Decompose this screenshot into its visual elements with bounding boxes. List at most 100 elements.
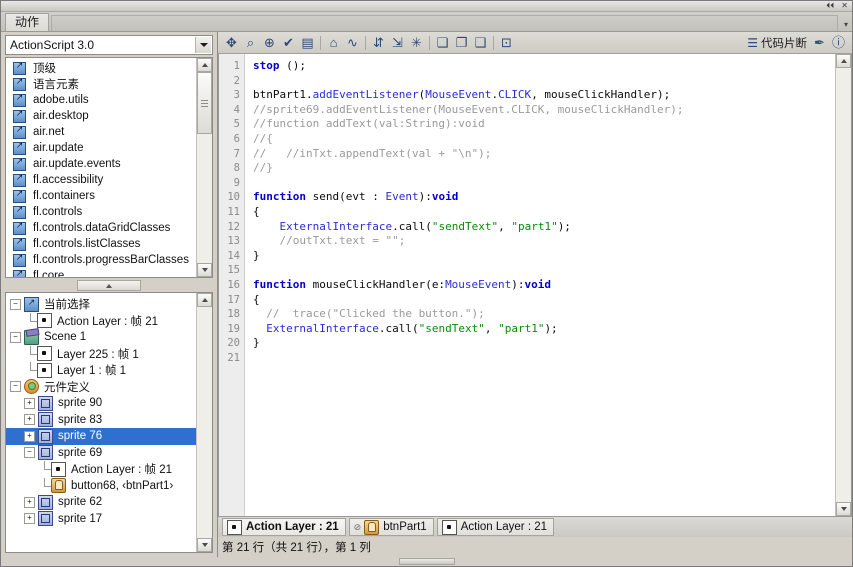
class-list[interactable]: 顶级语言元素 adobe.utils air.desktop air.net air.u…	[6, 58, 196, 277]
collapse-between-braces-icon[interactable]: ⇵	[369, 33, 388, 52]
tree-item[interactable]: + sprite 83	[6, 412, 196, 429]
expand-icon[interactable]: +	[24, 397, 35, 409]
language-select[interactable]: ActionScript 3.0	[5, 35, 213, 55]
collapse-icon[interactable]: −	[10, 331, 21, 343]
tree-scrollbar[interactable]	[196, 293, 212, 552]
code-line[interactable]: ExternalInterface.call("sendText", "part…	[253, 322, 835, 337]
class-list-item[interactable]: fl.controls	[6, 204, 196, 220]
code-line[interactable]: }	[253, 249, 835, 264]
expand-all-icon[interactable]: ✳	[407, 33, 426, 52]
expand-icon[interactable]: +	[24, 414, 35, 426]
find-replace-icon[interactable]: ⊕	[260, 33, 279, 52]
splitter-grip[interactable]	[77, 280, 141, 291]
code-scrollbar[interactable]	[835, 54, 851, 516]
help-icon[interactable]: ⓘ	[829, 33, 848, 52]
window-resize-grip[interactable]	[1, 557, 852, 566]
class-list-item[interactable]: air.update	[6, 140, 196, 156]
tree-item[interactable]: Action Layer : 帧 21	[6, 312, 196, 330]
code-line[interactable]	[253, 263, 835, 278]
class-list-item[interactable]: 语言元素	[6, 76, 196, 92]
code-snippets-button[interactable]: ☰ 代码片断	[744, 35, 810, 51]
class-list-item[interactable]: fl.core	[6, 268, 196, 277]
collapse-icon[interactable]: −	[10, 298, 21, 310]
apply-line-comment-icon[interactable]: ❐	[452, 33, 471, 52]
code-line[interactable]: //{	[253, 132, 835, 147]
tree-item[interactable]: Layer 225 : 帧 1	[6, 345, 196, 363]
tree-item[interactable]: button68, ‹btnPart1›	[6, 477, 196, 495]
scroll-down-button[interactable]	[197, 263, 212, 277]
auto-format-icon[interactable]: ▤	[298, 33, 317, 52]
add-script-icon[interactable]: ✥	[222, 33, 241, 52]
code-line[interactable]: //sprite69.addEventListener(MouseEvent.C…	[253, 103, 835, 118]
code-scroll-down-button[interactable]	[836, 502, 851, 516]
code-scroll-track[interactable]	[836, 68, 851, 502]
class-list-item[interactable]: adobe.utils	[6, 92, 196, 108]
tree-item[interactable]: − 元件定义	[6, 379, 196, 396]
tree-item[interactable]: Layer 1 : 帧 1	[6, 362, 196, 379]
class-list-scrollbar[interactable]	[196, 58, 212, 277]
class-list-item[interactable]: fl.accessibility	[6, 172, 196, 188]
code-line[interactable]: //outTxt.text = "";	[253, 234, 835, 249]
debug-options-icon[interactable]: ∿	[343, 33, 362, 52]
class-list-item[interactable]: fl.controls.dataGridClasses	[6, 220, 196, 236]
class-list-item[interactable]: 顶级	[6, 60, 196, 76]
tree-item[interactable]: + sprite 90	[6, 395, 196, 412]
find-icon[interactable]: ⌕	[241, 33, 260, 52]
code-line[interactable]	[253, 351, 835, 366]
tree-scroll-up-button[interactable]	[197, 293, 212, 307]
tree-item[interactable]: − sprite 69	[6, 445, 196, 462]
tab-actions[interactable]: 动作	[5, 13, 50, 31]
collapse-selection-icon[interactable]: ⇲	[388, 33, 407, 52]
tree-scroll-track[interactable]	[197, 307, 212, 538]
pane-splitter[interactable]	[5, 280, 213, 291]
code-line[interactable]: function mouseClickHandler(e:MouseEvent)…	[253, 278, 835, 293]
class-list-item[interactable]: fl.controls.listClasses	[6, 236, 196, 252]
collapse-icon[interactable]: −	[24, 447, 35, 459]
tree-scroll-down-button[interactable]	[197, 538, 212, 552]
code-line[interactable]: btnPart1.addEventListener(MouseEvent.CLI…	[253, 88, 835, 103]
remove-comment-icon[interactable]: ❑	[471, 33, 490, 52]
close-icon[interactable]: ✕	[841, 2, 848, 10]
tree-item[interactable]: − Scene 1	[6, 329, 196, 346]
script-tab[interactable]: Action Layer : 21	[436, 518, 555, 536]
expand-icon[interactable]: +	[24, 513, 35, 525]
code-text-area[interactable]: stop (); btnPart1.addEventListener(Mouse…	[245, 54, 835, 516]
tree-item[interactable]: + sprite 17	[6, 511, 196, 528]
script-tab[interactable]: ⊘ btnPart1	[348, 518, 434, 536]
class-list-item[interactable]: air.desktop	[6, 108, 196, 124]
collapse-icon[interactable]: −	[10, 381, 21, 393]
scroll-up-button[interactable]	[197, 58, 212, 72]
class-list-item[interactable]: air.update.events	[6, 156, 196, 172]
script-tab[interactable]: Action Layer : 21	[222, 518, 346, 536]
tree-item[interactable]: − 当前选择	[6, 296, 196, 313]
tree-item[interactable]: Action Layer : 帧 21	[6, 461, 196, 478]
code-line[interactable]: }	[253, 336, 835, 351]
code-line[interactable]: stop ();	[253, 59, 835, 74]
code-line[interactable]: //}	[253, 161, 835, 176]
code-scroll-up-button[interactable]	[836, 54, 851, 68]
tree-item[interactable]: + sprite 76	[6, 428, 196, 445]
script-tab-pin-icon[interactable]: ⊘	[354, 522, 362, 533]
expand-icon[interactable]: +	[24, 430, 35, 442]
code-line[interactable]	[253, 176, 835, 191]
chevron-down-icon[interactable]	[195, 37, 211, 53]
class-list-item[interactable]: fl.containers	[6, 188, 196, 204]
code-line[interactable]: // trace("Clicked the button.");	[253, 307, 835, 322]
code-line[interactable]: //function addText(val:String):void	[253, 117, 835, 132]
script-navigator-tree[interactable]: − 当前选择 Action Layer : 帧 21 − Scene 1 Layer 22…	[6, 293, 196, 552]
show-code-hint-icon[interactable]: ⌂	[324, 33, 343, 52]
class-list-item[interactable]: fl.controls.progressBarClasses	[6, 252, 196, 268]
pin-script-icon[interactable]: ✒	[810, 33, 829, 52]
code-line[interactable]: ExternalInterface.call("sendText", "part…	[253, 220, 835, 235]
panel-menu-icon[interactable]: ▾	[844, 20, 848, 29]
tree-item[interactable]: + sprite 62	[6, 494, 196, 511]
show-hide-toolbox-icon[interactable]: ⊡	[497, 33, 516, 52]
minimize-icon[interactable]: ⏴⏴	[826, 2, 834, 10]
scroll-thumb[interactable]	[197, 72, 212, 134]
class-list-item[interactable]: air.net	[6, 124, 196, 140]
code-line[interactable]: function send(evt : Event):void	[253, 190, 835, 205]
code-line[interactable]: // //inTxt.appendText(val + "\n");	[253, 147, 835, 162]
code-line[interactable]: {	[253, 205, 835, 220]
code-line[interactable]	[253, 74, 835, 89]
expand-icon[interactable]: +	[24, 496, 35, 508]
